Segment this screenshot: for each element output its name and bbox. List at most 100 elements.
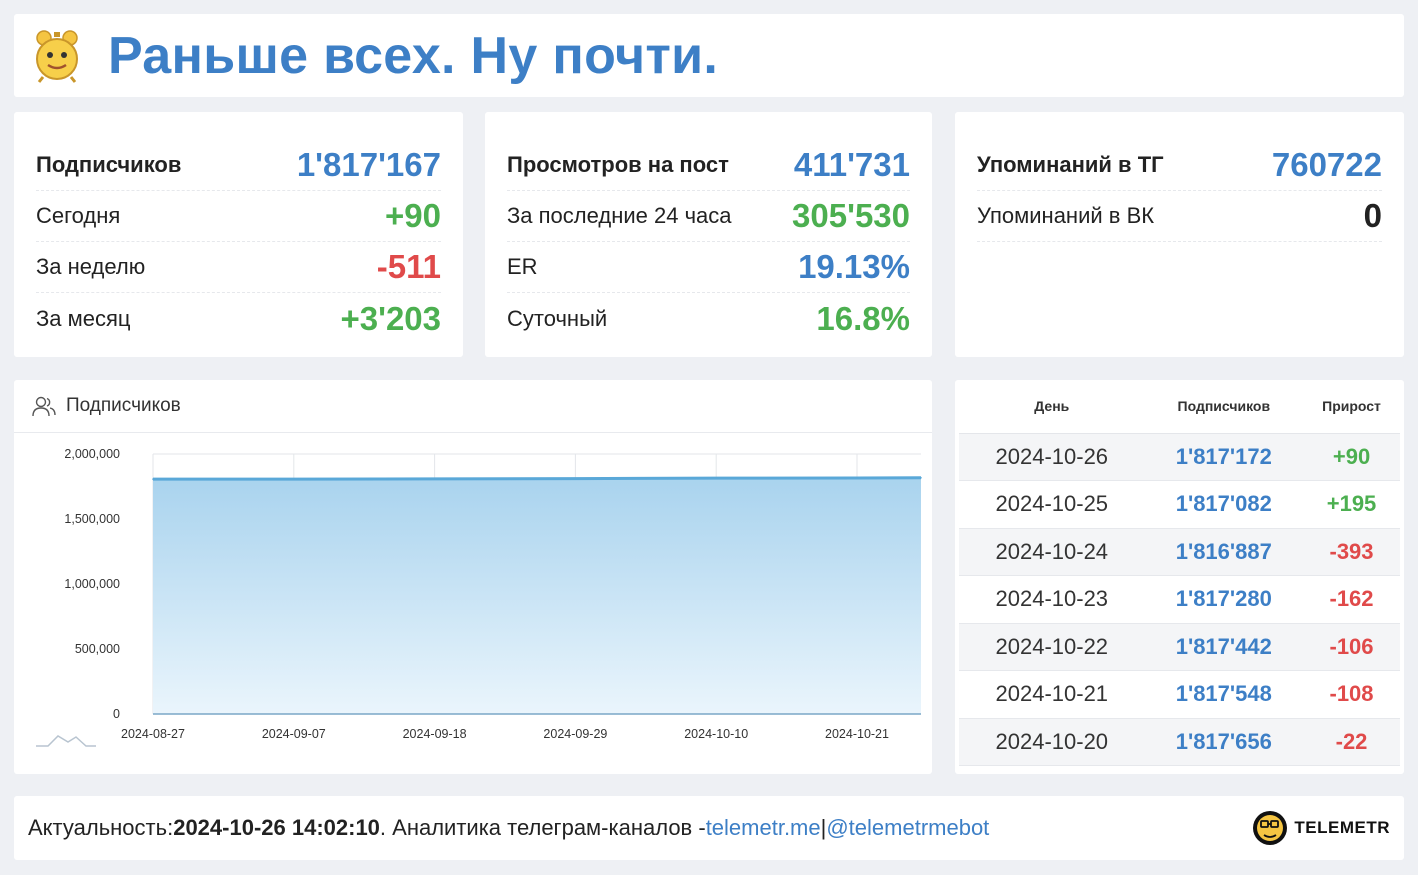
telemetr-brand: TELEMETR xyxy=(1252,810,1390,846)
brand-name: TELEMETR xyxy=(1294,818,1390,837)
cell-growth: -22 xyxy=(1303,718,1400,766)
cell-growth: -162 xyxy=(1303,575,1400,624)
y-tick-label: 0 xyxy=(113,707,120,721)
cell-growth: +90 xyxy=(1303,433,1400,481)
subscribers-area-chart: 2,000,000 1,500,000 1,000,000 500,000 0 2024-… xyxy=(36,447,922,747)
footer-description: . Аналитика телеграм-каналов - xyxy=(379,815,706,840)
cell-subscribers: 1'817'280 xyxy=(1144,575,1304,624)
table-row: 2024-10-24 1'816'887 -393 xyxy=(959,528,1400,576)
stat-label: Упоминаний в ТГ xyxy=(977,152,1164,177)
stat-value: 1'817'167 xyxy=(296,146,441,183)
x-tick-label: 2024-10-21 xyxy=(825,727,889,741)
cell-subscribers: 1'817'442 xyxy=(1144,623,1304,671)
footer-panel: Актуальность: 2024-10-26 14:02:10. Анали… xyxy=(14,796,1404,860)
alarm-clock-icon xyxy=(36,29,78,83)
table-row: 2024-10-26 1'817'172 +90 xyxy=(959,433,1400,481)
y-tick-label: 1,500,000 xyxy=(64,512,120,526)
cell-day: 2024-10-24 xyxy=(959,528,1145,576)
subscribers-area xyxy=(153,477,921,714)
cell-day: 2024-10-25 xyxy=(959,480,1145,529)
stat-row-views-per-post: Просмотров на пост 411'731 xyxy=(507,140,910,191)
x-tick-label: 2024-09-18 xyxy=(403,727,467,741)
telemetr-logo-icon xyxy=(1253,811,1288,845)
cell-day: 2024-10-22 xyxy=(959,623,1145,671)
stat-label: Просмотров на пост xyxy=(507,152,729,177)
views-stats-card: Просмотров на пост 411'731 За последние … xyxy=(485,112,932,357)
cell-growth: -108 xyxy=(1303,670,1400,719)
daily-subscribers-table-card: День Подписчиков Прирост 2024-10-26 1'81… xyxy=(955,380,1404,774)
stat-label: За последние 24 часа xyxy=(507,203,732,228)
stat-value: 411'731 xyxy=(793,146,910,183)
stat-value: 19.13% xyxy=(798,248,910,285)
stat-row-mentions-vk: Упоминаний в ВК 0 xyxy=(977,191,1382,242)
header-panel: Раньше всех. Ну почти. xyxy=(14,14,1404,97)
cell-subscribers: 1'817'548 xyxy=(1144,670,1304,719)
page-title: Раньше всех. Ну почти. xyxy=(108,26,719,85)
subscribers-chart-card: Подписчиков 2,000,000 1,500,000 1,000,000 5… xyxy=(14,380,932,774)
data-point xyxy=(856,477,858,479)
cell-day: 2024-10-23 xyxy=(959,575,1145,624)
daily-subscribers-table: День Подписчиков Прирост 2024-10-26 1'81… xyxy=(959,380,1400,766)
x-tick-label: 2024-10-10 xyxy=(684,727,748,741)
data-point xyxy=(433,478,436,480)
table-row: 2024-10-23 1'817'280 -162 xyxy=(959,575,1400,624)
cell-subscribers: 1'817'082 xyxy=(1144,480,1304,529)
data-point xyxy=(152,478,154,480)
zoom-navigator-icon[interactable] xyxy=(36,735,96,747)
stat-label: За месяц xyxy=(36,305,131,331)
x-tick-label: 2024-09-07 xyxy=(262,727,326,741)
table-row: 2024-10-25 1'817'082 +195 xyxy=(959,480,1400,529)
cell-day: 2024-10-26 xyxy=(959,433,1145,481)
cell-subscribers: 1'817'172 xyxy=(1144,433,1304,481)
data-point xyxy=(574,477,577,480)
stat-row-er: ER 19.13% xyxy=(507,242,910,293)
stat-value: +90 xyxy=(385,197,441,234)
stat-label: Суточный xyxy=(507,305,608,331)
cell-growth: -393 xyxy=(1303,528,1400,576)
subscribers-stats-card: Подписчиков 1'817'167 Сегодня +90 За нед… xyxy=(14,112,463,357)
cell-day: 2024-10-20 xyxy=(959,718,1145,766)
stat-value: -511 xyxy=(376,248,441,285)
footer-prefix: Актуальность: xyxy=(28,815,174,840)
table-header-row: День Подписчиков Прирост xyxy=(959,380,1400,434)
data-point xyxy=(715,477,717,479)
chart-title: Подписчиков xyxy=(66,395,181,416)
telemetr-bot-link[interactable]: @telemetrmebot xyxy=(826,815,989,841)
column-header-growth[interactable]: Прирост xyxy=(1303,380,1400,434)
x-tick-label: 2024-09-29 xyxy=(543,727,607,741)
stat-label: Подписчиков xyxy=(36,152,182,177)
cell-growth: -106 xyxy=(1303,623,1400,671)
y-tick-label: 500,000 xyxy=(75,642,120,656)
subscribers-line xyxy=(152,476,922,481)
stat-label: ER xyxy=(507,254,538,279)
stat-row-daily-er: Суточный 16.8% xyxy=(507,293,910,344)
table-row: 2024-10-20 1'817'656 -22 xyxy=(959,718,1400,766)
cell-day: 2024-10-21 xyxy=(959,670,1145,719)
stat-value: 760722 xyxy=(1271,146,1382,183)
stat-row-subscribers: Подписчиков 1'817'167 xyxy=(36,140,441,191)
data-point xyxy=(293,478,295,480)
stat-row-views-24h: За последние 24 часа 305'530 xyxy=(507,191,910,242)
footer-datetime: 2024-10-26 14:02:10 xyxy=(173,815,380,840)
stat-label: Сегодня xyxy=(36,203,121,228)
mentions-stats-card: Упоминаний в ТГ 760722 Упоминаний в ВК 0 xyxy=(955,112,1404,357)
stat-row-week: За неделю -511 xyxy=(36,242,441,293)
cell-subscribers: 1'817'656 xyxy=(1144,718,1304,766)
stat-value: 0 xyxy=(1363,197,1382,234)
telemetr-site-link[interactable]: telemetr.me xyxy=(706,815,821,841)
data-point xyxy=(920,476,922,479)
y-tick-label: 1,000,000 xyxy=(64,577,120,591)
stat-row-mentions-tg: Упоминаний в ТГ 760722 xyxy=(977,140,1382,191)
y-tick-label: 2,000,000 xyxy=(64,447,120,461)
stat-value: 16.8% xyxy=(816,299,910,337)
table-row: 2024-10-22 1'817'442 -106 xyxy=(959,623,1400,671)
cell-growth: +195 xyxy=(1303,480,1400,529)
stat-value: +3'203 xyxy=(340,299,441,337)
cell-subscribers: 1'816'887 xyxy=(1144,528,1304,576)
column-header-subscribers[interactable]: Подписчиков xyxy=(1144,380,1304,434)
column-header-day[interactable]: День xyxy=(959,380,1145,434)
chart-header: Подписчиков xyxy=(14,380,932,433)
users-icon xyxy=(32,396,56,417)
stat-label: Упоминаний в ВК xyxy=(977,203,1155,228)
table-row: 2024-10-21 1'817'548 -108 xyxy=(959,670,1400,719)
